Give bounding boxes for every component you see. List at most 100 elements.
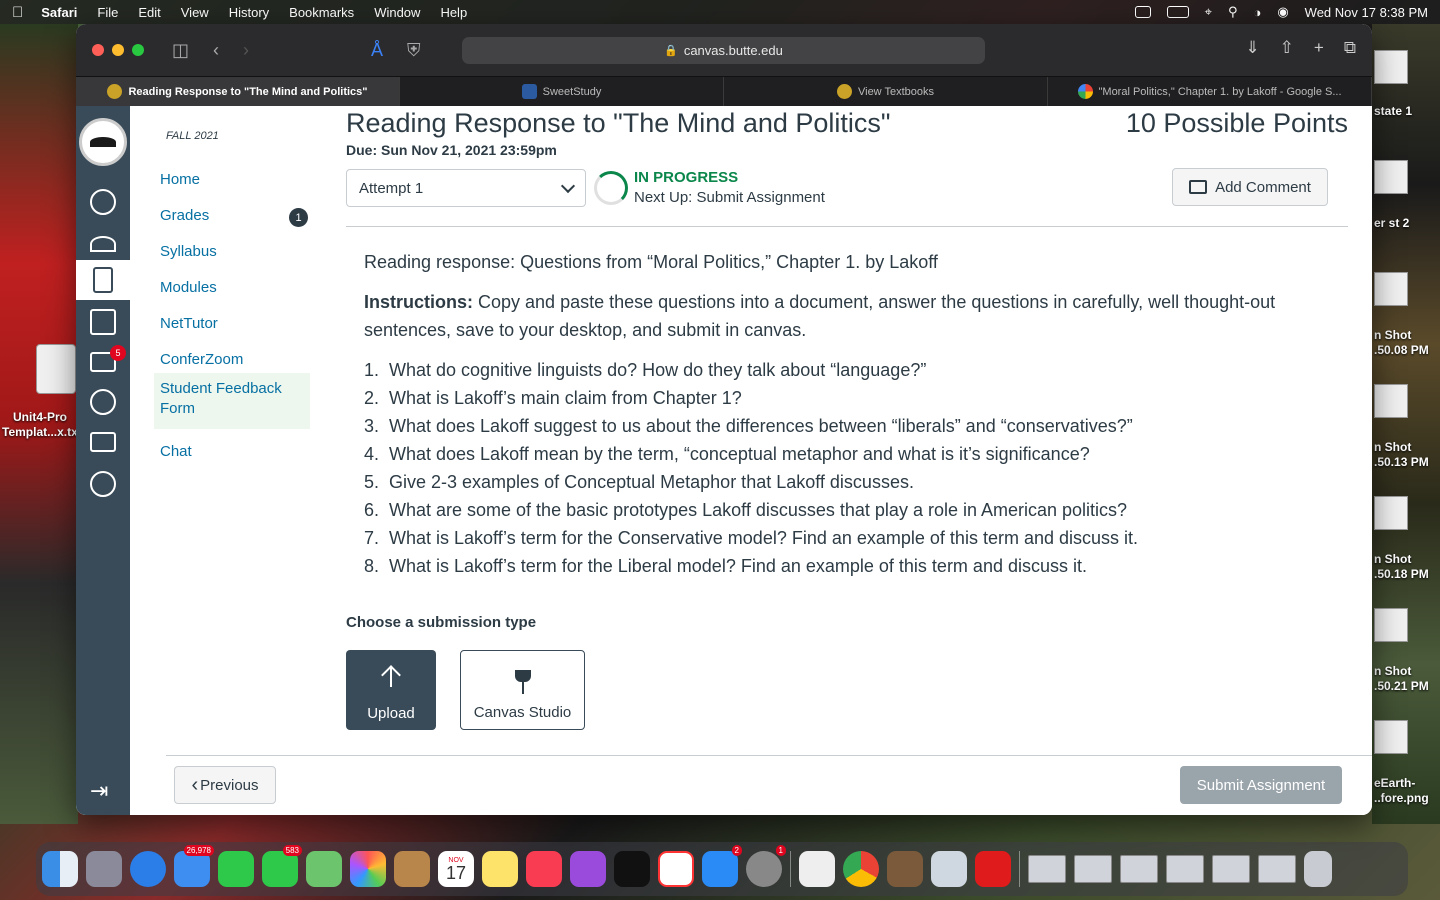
- photos-icon[interactable]: [350, 851, 386, 887]
- forward-icon[interactable]: ›: [243, 40, 249, 61]
- extension-icon[interactable]: Å: [371, 40, 383, 61]
- question-number: 8.: [364, 556, 380, 576]
- desktop-icon-label[interactable]: state 1: [1374, 104, 1440, 119]
- gnav-calendar[interactable]: [76, 302, 130, 342]
- keyboard-icon[interactable]: [1134, 6, 1151, 18]
- back-icon[interactable]: ‹: [213, 40, 219, 61]
- maps-icon[interactable]: [306, 851, 342, 887]
- dock-separator: [1019, 851, 1020, 887]
- course-nav-nettutor[interactable]: NetTutor: [154, 308, 310, 340]
- news-icon[interactable]: [658, 851, 694, 887]
- finder-icon[interactable]: [42, 851, 78, 887]
- list-item: 6. What are some of the basic prototypes…: [364, 496, 1334, 524]
- zoom-window-button[interactable]: [132, 44, 144, 56]
- desktop-icon-label[interactable]: er st 2: [1374, 216, 1440, 231]
- podcasts-icon[interactable]: [570, 851, 606, 887]
- gnav-inbox[interactable]: 5: [76, 342, 130, 382]
- garageband-icon[interactable]: [887, 851, 923, 887]
- college-logo[interactable]: [79, 118, 127, 166]
- menu-clock[interactable]: Wed Nov 17 8:38 PM: [1305, 5, 1428, 20]
- contacts-icon[interactable]: [394, 851, 430, 887]
- menu-edit[interactable]: Edit: [138, 5, 160, 20]
- minimized-window-icon[interactable]: [1120, 855, 1158, 883]
- music-icon[interactable]: [526, 851, 562, 887]
- tab-view-textbooks[interactable]: View Textbooks: [724, 77, 1048, 106]
- tab-sweetstudy[interactable]: SweetStudy: [400, 77, 724, 106]
- privacy-shield-icon[interactable]: ⛨: [407, 40, 421, 61]
- course-nav-conferzoom[interactable]: ConferZoom: [154, 344, 310, 376]
- menu-app-name[interactable]: Safari: [41, 5, 77, 20]
- gnav-help[interactable]: [76, 464, 130, 504]
- new-tab-icon[interactable]: +: [1314, 38, 1324, 58]
- collapse-nav-icon[interactable]: ⇥: [90, 778, 108, 804]
- previous-button[interactable]: ‹ Previous: [174, 766, 276, 804]
- course-nav-grades[interactable]: Grades 1: [154, 200, 310, 232]
- trash-icon[interactable]: [1304, 851, 1332, 887]
- minimized-window-icon[interactable]: [1212, 855, 1250, 883]
- minimized-window-icon[interactable]: [1166, 855, 1204, 883]
- tab-reading-response[interactable]: Reading Response to "The Mind and Politi…: [76, 77, 400, 106]
- control-center-icon[interactable]: ◑: [1253, 5, 1261, 20]
- course-nav-syllabus[interactable]: Syllabus: [154, 236, 310, 268]
- add-comment-button[interactable]: Add Comment: [1172, 168, 1328, 206]
- tab-overview-icon[interactable]: ⧉: [1344, 38, 1356, 58]
- gnav-courses[interactable]: [76, 260, 130, 300]
- gnav-account[interactable]: [76, 182, 130, 222]
- course-nav-label: Grades: [160, 207, 210, 224]
- upload-button[interactable]: Upload: [346, 650, 436, 730]
- minimized-window-icon[interactable]: [1028, 855, 1066, 883]
- siri-icon[interactable]: ◉: [1277, 4, 1288, 20]
- mail-icon[interactable]: 26,978: [174, 845, 214, 887]
- menu-view[interactable]: View: [181, 5, 209, 20]
- safari-icon[interactable]: [130, 851, 166, 887]
- menu-file[interactable]: File: [97, 5, 118, 20]
- apple-tv-icon[interactable]: [614, 851, 650, 887]
- chrome-icon[interactable]: [843, 851, 879, 887]
- course-nav-student-feedback[interactable]: Student Feedback Form: [154, 373, 310, 429]
- address-bar[interactable]: 🔒 canvas.butte.edu: [462, 37, 985, 64]
- preview-icon[interactable]: [931, 851, 967, 887]
- calendar-app-icon[interactable]: NOV 17: [438, 851, 474, 887]
- submit-assignment-button[interactable]: Submit Assignment: [1180, 766, 1342, 804]
- menu-window[interactable]: Window: [374, 5, 420, 20]
- attempt-value: Attempt 1: [359, 179, 424, 197]
- gnav-commons[interactable]: [76, 422, 130, 462]
- minimized-window-icon[interactable]: [1074, 855, 1112, 883]
- wifi-icon[interactable]: ⌖: [1205, 4, 1212, 20]
- desktop-icon-label[interactable]: n Shot .50.18 PM: [1374, 552, 1440, 582]
- comment-icon: [1189, 180, 1208, 194]
- menu-history[interactable]: History: [229, 5, 269, 20]
- notes-icon[interactable]: [482, 851, 518, 887]
- attempt-select[interactable]: Attempt 1: [346, 169, 586, 207]
- sidebar-toggle-icon[interactable]: ◫: [172, 40, 189, 61]
- app-store-icon[interactable]: 2: [702, 845, 742, 887]
- due-date: Due: Sun Nov 21, 2021 23:59pm: [346, 142, 557, 158]
- gnav-history[interactable]: [76, 382, 130, 422]
- facetime-icon[interactable]: [218, 851, 254, 887]
- search-icon[interactable]: ⚲: [1228, 4, 1238, 20]
- menu-help[interactable]: Help: [440, 5, 467, 20]
- minimized-window-icon[interactable]: [1258, 855, 1296, 883]
- textedit-icon[interactable]: [799, 851, 835, 887]
- tab-google-docs[interactable]: "Moral Politics," Chapter 1. by Lakoff -…: [1048, 77, 1372, 106]
- system-preferences-icon[interactable]: 1: [746, 845, 786, 887]
- course-nav-modules[interactable]: Modules: [154, 272, 310, 304]
- desktop-icon-label[interactable]: n Shot .50.13 PM: [1374, 440, 1440, 470]
- battery-icon[interactable]: [1166, 6, 1189, 18]
- apple-icon[interactable]: : [12, 4, 23, 21]
- desktop-icon-label[interactable]: n Shot .50.08 PM: [1374, 328, 1440, 358]
- downloads-icon[interactable]: ⇓: [1245, 38, 1259, 58]
- menu-bookmarks[interactable]: Bookmarks: [289, 5, 354, 20]
- course-nav-home[interactable]: Home: [154, 164, 310, 196]
- launchpad-icon[interactable]: [86, 851, 122, 887]
- desktop-icon-label[interactable]: n Shot .50.21 PM: [1374, 664, 1440, 694]
- gnav-dashboard[interactable]: [76, 224, 130, 264]
- close-window-button[interactable]: [92, 44, 104, 56]
- messages-icon[interactable]: 583: [262, 845, 302, 887]
- course-nav-chat[interactable]: Chat: [154, 436, 310, 468]
- share-icon[interactable]: ⇧: [1280, 38, 1294, 58]
- canvas-studio-button[interactable]: Canvas Studio: [460, 650, 585, 730]
- minimize-window-button[interactable]: [112, 44, 124, 56]
- desktop-icon-label[interactable]: eEarth- ..fore.png: [1374, 776, 1440, 806]
- acrobat-icon[interactable]: [975, 851, 1011, 887]
